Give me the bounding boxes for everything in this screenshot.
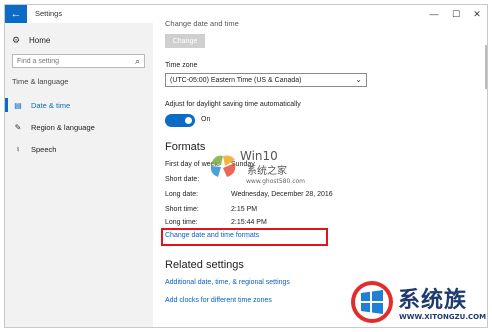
formats-heading: Formats bbox=[165, 141, 206, 153]
sidebar-item-date-time[interactable]: ▤ Date & time bbox=[5, 98, 153, 112]
watermark-brand-url: WWW.XITONGZU.COM bbox=[399, 313, 487, 321]
close-button[interactable]: ✕ bbox=[466, 7, 487, 21]
format-value-short-time: 2:15 PM bbox=[231, 206, 258, 213]
calendar-clock-icon: ▤ bbox=[14, 100, 22, 110]
chevron-down-icon: ⌄ bbox=[355, 75, 362, 84]
watermark-subtitle: 系统之家 bbox=[247, 166, 287, 177]
section-heading-change-date-time: Change date and time bbox=[165, 19, 239, 28]
watermark-logo-icon bbox=[210, 155, 236, 177]
gear-icon: ⚙ bbox=[11, 34, 21, 45]
change-button[interactable]: Change bbox=[165, 34, 205, 48]
timezone-dropdown[interactable]: (UTC-05:00) Eastern Time (US & Canada) ⌄ bbox=[165, 73, 367, 87]
microphone-icon: ♮ bbox=[16, 144, 20, 154]
format-label-short-date: Short date: bbox=[165, 176, 200, 183]
add-clocks-link[interactable]: Add clocks for different time zones bbox=[165, 297, 272, 304]
sidebar: ⚙ Home Find a setting ⌕ Time & language … bbox=[5, 23, 153, 327]
watermark-brand: 系统族 bbox=[398, 288, 468, 313]
timezone-label: Time zone bbox=[165, 62, 198, 69]
close-icon: ✕ bbox=[473, 8, 481, 19]
sidebar-item-label: Region & language bbox=[31, 122, 95, 132]
watermark-title: Win10 bbox=[240, 149, 278, 163]
watermark-url: www.ghost580.com bbox=[246, 178, 306, 185]
search-input[interactable]: Find a setting ⌕ bbox=[12, 54, 145, 68]
title-bar: ← Settings — ☐ ✕ bbox=[5, 5, 487, 23]
home-label: Home bbox=[29, 35, 51, 45]
category-label: Time & language bbox=[12, 77, 69, 86]
sidebar-item-label: Date & time bbox=[31, 100, 71, 110]
window-title: Settings bbox=[35, 9, 63, 18]
home-nav-item[interactable]: ⚙ Home bbox=[11, 33, 50, 47]
format-label-short-time: Short time: bbox=[165, 206, 199, 213]
maximize-icon: ☐ bbox=[451, 8, 461, 19]
additional-settings-link[interactable]: Additional date, time, & regional settin… bbox=[165, 279, 290, 286]
xitongzu-watermark: 系统族 WWW.XITONGZU.COM bbox=[346, 276, 492, 332]
search-placeholder: Find a setting bbox=[17, 58, 60, 65]
sidebar-item-label: Speech bbox=[31, 144, 57, 154]
format-value-long-date: Wednesday, December 28, 2016 bbox=[231, 191, 333, 198]
dst-toggle[interactable] bbox=[165, 114, 195, 127]
scrollbar[interactable] bbox=[485, 45, 487, 89]
minimize-icon: — bbox=[429, 9, 439, 19]
change-formats-link[interactable]: Change date and time formats bbox=[165, 232, 259, 239]
maximize-button[interactable]: ☐ bbox=[445, 7, 467, 21]
toggle-knob bbox=[185, 117, 192, 124]
search-icon: ⌕ bbox=[134, 56, 140, 66]
dst-label: Adjust for daylight saving time automati… bbox=[165, 101, 301, 108]
dst-state-text: On bbox=[201, 116, 211, 123]
sidebar-item-speech[interactable]: ♮ Speech bbox=[5, 142, 153, 156]
region-language-icon: ✎ bbox=[14, 122, 22, 132]
minimize-button[interactable]: — bbox=[423, 7, 445, 21]
windows-logo-icon bbox=[351, 281, 393, 323]
sidebar-item-region-language[interactable]: ✎ Region & language bbox=[5, 120, 153, 134]
related-settings-heading: Related settings bbox=[165, 259, 244, 271]
back-arrow-icon: ← bbox=[10, 7, 22, 20]
timezone-value: (UTC-05:00) Eastern Time (US & Canada) bbox=[170, 77, 302, 84]
win10-watermark: Win10 系统之家 www.ghost580.com bbox=[207, 148, 317, 190]
back-button[interactable]: ← bbox=[5, 5, 27, 23]
format-label-long-date: Long date: bbox=[165, 191, 199, 198]
active-indicator bbox=[5, 98, 8, 112]
